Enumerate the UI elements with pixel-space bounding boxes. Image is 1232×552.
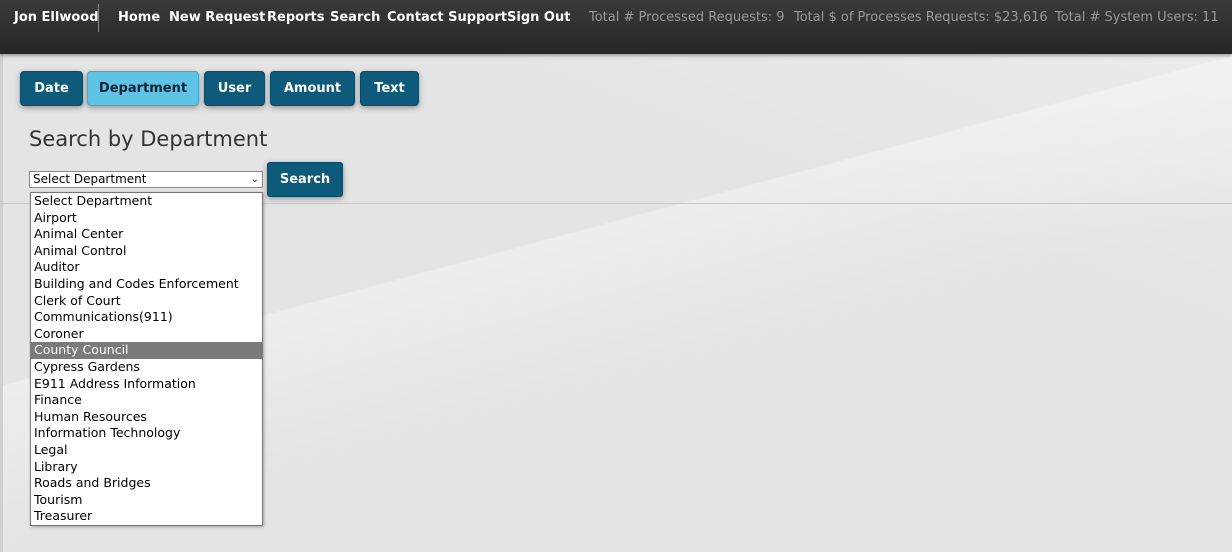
dropdown-option[interactable]: Cypress Gardens <box>31 359 262 376</box>
left-edge <box>0 54 3 552</box>
tab-text[interactable]: Text <box>360 71 419 106</box>
dropdown-option[interactable]: Human Resources <box>31 409 262 426</box>
dropdown-option[interactable]: Information Technology <box>31 425 262 442</box>
dropdown-option[interactable]: Finance <box>31 392 262 409</box>
dropdown-option[interactable]: Library <box>31 459 262 476</box>
stat-processed-requests: Total # Processed Requests: 9 <box>589 10 785 25</box>
top-bar: Jon Ellwood Home New Request Reports Sea… <box>0 0 1232 54</box>
search-button[interactable]: Search <box>267 162 343 197</box>
dropdown-option[interactable]: Treasurer <box>31 508 262 525</box>
nav-new-request[interactable]: New Request <box>169 10 265 25</box>
nav-search[interactable]: Search <box>330 10 380 25</box>
dropdown-option[interactable]: Animal Center <box>31 226 262 243</box>
dropdown-option[interactable]: Coroner <box>31 326 262 343</box>
tab-user[interactable]: User <box>204 71 265 106</box>
dropdown-option[interactable]: Clerk of Court <box>31 293 262 310</box>
nav-reports[interactable]: Reports <box>267 10 324 25</box>
dropdown-option[interactable]: Airport <box>31 210 262 227</box>
department-select[interactable]: Select Department ⌄ <box>29 171 263 188</box>
dropdown-option[interactable]: Roads and Bridges <box>31 475 262 492</box>
dropdown-option[interactable]: Animal Control <box>31 243 262 260</box>
dropdown-option[interactable]: Legal <box>31 442 262 459</box>
dropdown-option[interactable]: Communications(911) <box>31 309 262 326</box>
chevron-down-icon: ⌄ <box>250 174 259 185</box>
nav-home[interactable]: Home <box>118 10 160 25</box>
page-title: Search by Department <box>29 127 268 151</box>
dropdown-option[interactable]: County Council <box>31 342 262 359</box>
tab-department[interactable]: Department <box>87 71 199 106</box>
dropdown-option[interactable]: Building and Codes Enforcement <box>31 276 262 293</box>
dropdown-option[interactable]: E911 Address Information <box>31 376 262 393</box>
dropdown-option[interactable]: Tourism <box>31 492 262 509</box>
department-dropdown-list[interactable]: Select Department Airport Animal Center Ani… <box>30 192 263 526</box>
nav-sign-out[interactable]: Sign Out <box>507 10 570 25</box>
username-divider <box>98 4 99 32</box>
stat-processed-amount: Total $ of Processes Requests: $23,616 <box>794 10 1048 25</box>
stat-system-users: Total # System Users: 11 <box>1055 10 1219 25</box>
dropdown-option[interactable]: Select Department <box>31 193 262 210</box>
nav-contact-support[interactable]: Contact Support <box>387 10 507 25</box>
dropdown-option[interactable]: Auditor <box>31 259 262 276</box>
department-select-value: Select Department <box>33 172 147 186</box>
username: Jon Ellwood <box>14 10 99 25</box>
tab-amount[interactable]: Amount <box>270 71 355 106</box>
tab-date[interactable]: Date <box>20 71 83 106</box>
